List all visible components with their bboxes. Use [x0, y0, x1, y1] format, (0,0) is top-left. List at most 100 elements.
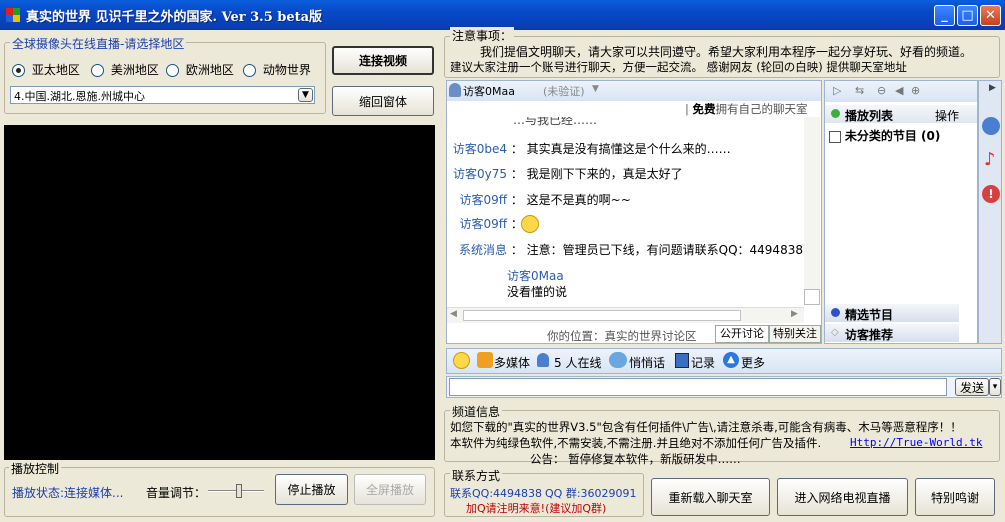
- region-radio-animal[interactable]: 动物世界: [243, 61, 311, 78]
- title-bar[interactable]: 真实的世界 见识千里之外的国家. Ver 3.5 beta版 _ □ ✕: [0, 0, 1005, 30]
- whisper-icon: [609, 352, 627, 368]
- checkbox-icon[interactable]: [829, 130, 841, 143]
- enter-tv-live-button[interactable]: 进入网络电视直播: [777, 478, 908, 516]
- minimize-button[interactable]: _: [934, 5, 955, 26]
- maximize-button[interactable]: □: [957, 5, 978, 26]
- operate-label[interactable]: 操作: [935, 107, 959, 124]
- send-button[interactable]: 发送: [955, 378, 989, 396]
- close-button[interactable]: ✕: [980, 5, 1001, 26]
- region-label: 动物世界: [262, 63, 311, 77]
- self-message-sender[interactable]: 访客0Maa: [507, 267, 564, 284]
- chat-location: 你的位置：真实的世界讨论区: [547, 329, 697, 343]
- music-note-icon[interactable]: ♪: [984, 149, 996, 170]
- message-sender[interactable]: 系统消息: [447, 241, 507, 258]
- scroll-left-icon[interactable]: ◀: [450, 309, 457, 319]
- announcement: 公告： 暂停修复本软件，新版研发中……: [530, 452, 741, 466]
- volume-label: 音量调节：: [146, 486, 207, 500]
- volume-slider[interactable]: [208, 483, 264, 499]
- message-sender[interactable]: 访客0y75: [447, 165, 507, 182]
- visitor-section[interactable]: ◇ 访客推荐: [825, 324, 959, 342]
- more-button[interactable]: 更多: [741, 354, 765, 371]
- online-count-button[interactable]: 5 人在线: [554, 354, 601, 371]
- chat-side-panel: ▷ ⇆ ⊖ ◀ ⊕ 播放列表 操作 未分类的节目 (0) 精选节目 ◇ 访客推荐: [824, 80, 978, 344]
- website-link[interactable]: Http://True-World.tk: [850, 436, 982, 449]
- multimedia-icon: [477, 352, 493, 368]
- message-sender[interactable]: 访客09ff: [447, 191, 507, 208]
- playlist-header[interactable]: 播放列表 操作: [825, 105, 977, 123]
- notice-title: 注意事项：: [450, 27, 515, 44]
- location-select[interactable]: 4.中国.湖北.恩施.州城中心 ▼: [10, 86, 315, 104]
- collapse-arrow-icon[interactable]: ▶: [989, 83, 996, 93]
- region-radio-america[interactable]: 美洲地区: [91, 61, 159, 78]
- self-message-text: 没看懂的说: [507, 285, 568, 299]
- chevron-down-icon[interactable]: ▼: [592, 84, 599, 94]
- verify-status[interactable]: (未验证): [543, 83, 585, 99]
- contact-qq-group: QQ 群:36029091: [545, 487, 637, 500]
- chat-horizontal-scrollbar[interactable]: ◀ ▶: [447, 307, 804, 323]
- send-options-button[interactable]: ▾: [989, 378, 1001, 396]
- chat-message: 访客0be4 ： 其实真是没有搞懂这是个什么来的……: [447, 140, 731, 157]
- multimedia-button[interactable]: 多媒体: [494, 354, 530, 371]
- special-thanks-button[interactable]: 特别鸣谢: [915, 478, 995, 516]
- video-display[interactable]: [4, 125, 435, 460]
- tab-special[interactable]: 特别关注: [769, 325, 821, 343]
- tab-public[interactable]: 公开讨论: [715, 325, 769, 343]
- whisper-button[interactable]: 悄悄话: [629, 354, 665, 371]
- region-radio-europe[interactable]: 欧洲地区: [166, 61, 234, 78]
- chat-message: 访客09ff ： 这是不是真的啊~~: [447, 191, 631, 208]
- emoticon-icon[interactable]: [453, 352, 470, 369]
- chat-vertical-scrollbar[interactable]: [804, 117, 820, 305]
- fullscreen-button[interactable]: 全屏播放: [354, 474, 426, 505]
- reload-chatroom-button[interactable]: 重新载入聊天室: [651, 478, 770, 516]
- featured-dot-icon: [831, 308, 840, 317]
- stop-play-button[interactable]: 停止播放: [275, 474, 348, 505]
- record-button[interactable]: 记录: [691, 354, 715, 371]
- radio-icon: [91, 64, 104, 77]
- info-icon[interactable]: !: [982, 185, 1000, 203]
- volume-thumb[interactable]: [236, 484, 242, 498]
- notice-line-1: 我们提倡文明聊天，请大家可以共同遵守。希望大家利用本程序一起分享好玩、好看的频道…: [480, 45, 973, 59]
- media-plus-icon[interactable]: ⊕: [911, 84, 920, 97]
- chat-message-list[interactable]: …与我已经…… 访客0be4 ： 其实真是没有搞懂这是个什么来的…… 访客0y7…: [447, 117, 804, 307]
- scroll-thumb[interactable]: [463, 310, 741, 321]
- buddies-icon[interactable]: [982, 117, 1000, 135]
- free-label: 免费: [692, 102, 716, 116]
- playback-status: 播放状态:连接媒体...: [12, 486, 124, 500]
- message-sender[interactable]: 访客0be4: [447, 140, 507, 157]
- free-suffix: 拥有自己的聊天室: [715, 102, 808, 116]
- playback-group-label: 播放控制: [9, 460, 62, 477]
- chat-message: 访客0y75 ： 我是刚下下来的，真是太好了: [447, 165, 683, 182]
- record-icon: [675, 353, 689, 368]
- more-arrow-icon: ▲: [723, 352, 739, 368]
- scroll-right-icon[interactable]: ▶: [791, 309, 798, 319]
- channel-info-line-1: 如您下载的"真实的世界V3.5"包含有任何插件\广告\,请注意杀毒,可能含有病毒…: [450, 420, 962, 434]
- scroll-down-icon[interactable]: [804, 289, 820, 305]
- playlist-label: 播放列表: [845, 109, 894, 123]
- message-text: 这是不是真的啊~~: [526, 193, 631, 207]
- media-play-icon[interactable]: ▷: [833, 84, 841, 97]
- unclassified-label: 未分类的节目 (0): [844, 129, 941, 143]
- app-logo-icon: [6, 8, 20, 22]
- shrink-window-button[interactable]: 缩回窗体: [332, 86, 434, 116]
- featured-section[interactable]: 精选节目: [825, 304, 959, 322]
- location-value: 4.中国.湖北.恩施.州城中心: [14, 90, 145, 103]
- media-repeat-icon[interactable]: ⇆: [855, 84, 864, 97]
- media-minus-icon[interactable]: ⊖: [877, 84, 886, 97]
- chat-username[interactable]: 访客0Maa: [463, 83, 515, 99]
- chat-input[interactable]: [449, 378, 947, 396]
- media-volume-icon[interactable]: ◀: [895, 84, 903, 97]
- radio-icon: [166, 64, 179, 77]
- message-text: 注意：管理员已下线，有问题请联系QQ：4494838: [526, 243, 803, 257]
- region-radio-asia[interactable]: 亚太地区: [12, 61, 80, 78]
- chat-message: 系统消息 ： 注意：管理员已下线，有问题请联系QQ：4494838: [447, 241, 803, 258]
- unclassified-item[interactable]: 未分类的节目 (0): [829, 127, 940, 144]
- message-text: 其实真是没有搞懂这是个什么来的……: [526, 142, 731, 156]
- connect-video-button[interactable]: 连接视频: [332, 46, 434, 75]
- free-chatroom-link[interactable]: | 免费拥有自己的聊天室: [685, 101, 808, 117]
- playlist-status-icon: [831, 109, 840, 118]
- contact-title: 联系方式: [450, 467, 503, 484]
- region-label: 亚太地区: [31, 63, 80, 77]
- message-sender[interactable]: 访客09ff: [447, 215, 507, 232]
- camera-group-label: 全球摄像头在线直播-请选择地区: [10, 35, 187, 52]
- chevron-down-icon[interactable]: ▼: [298, 88, 313, 102]
